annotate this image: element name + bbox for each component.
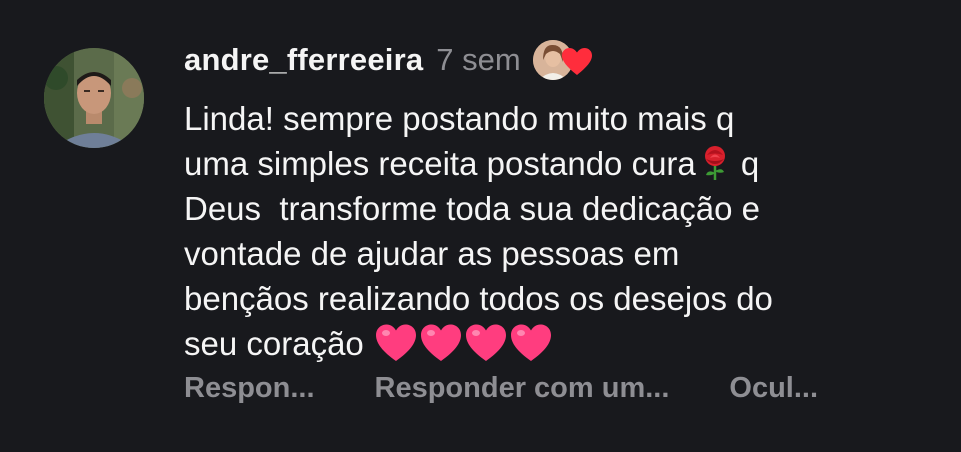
hearts-emoji-group xyxy=(374,323,554,374)
user-avatar[interactable] xyxy=(44,48,144,148)
reply-button[interactable]: Respon... xyxy=(184,372,315,405)
pink-heart-emoji xyxy=(465,324,506,361)
comment-text: Linda! sempre postando muito mais q uma … xyxy=(184,96,924,374)
comment-line: seu coração xyxy=(184,325,364,362)
liked-by-author xyxy=(532,38,597,82)
comment-line-with-rose: uma simples receita postando cura q xyxy=(184,141,924,186)
comment-line: uma simples receita postando cura xyxy=(184,145,696,182)
comment-line-suffix: q xyxy=(731,145,760,182)
heart-icon xyxy=(561,48,592,75)
hide-button[interactable]: Ocul... xyxy=(729,372,818,405)
pink-heart-emoji xyxy=(375,324,416,361)
comment-line: Deus transforme toda sua dedicação e xyxy=(184,190,761,227)
comment-line: Linda! sempre postando muito mais q xyxy=(184,100,735,137)
comment-actions: Respon... Responder com um... Ocul... xyxy=(184,372,818,405)
comment-line: vontade de ajudar as pessoas em xyxy=(184,235,680,272)
username-link[interactable]: andre_fferreeira xyxy=(184,42,423,78)
comment-timestamp: 7 sem xyxy=(436,42,521,77)
comment-line-with-hearts: seu coração xyxy=(184,321,924,374)
pink-heart-emoji xyxy=(420,324,461,361)
comment-header: andre_fferreeira 7 sem xyxy=(184,38,597,82)
rose-emoji xyxy=(704,146,725,180)
comment-line: bençãos realizando todos os desejos do xyxy=(184,280,773,317)
pink-heart-emoji xyxy=(510,324,551,361)
reply-with-button[interactable]: Responder com um... xyxy=(375,372,670,405)
avatar-photo xyxy=(44,48,144,148)
